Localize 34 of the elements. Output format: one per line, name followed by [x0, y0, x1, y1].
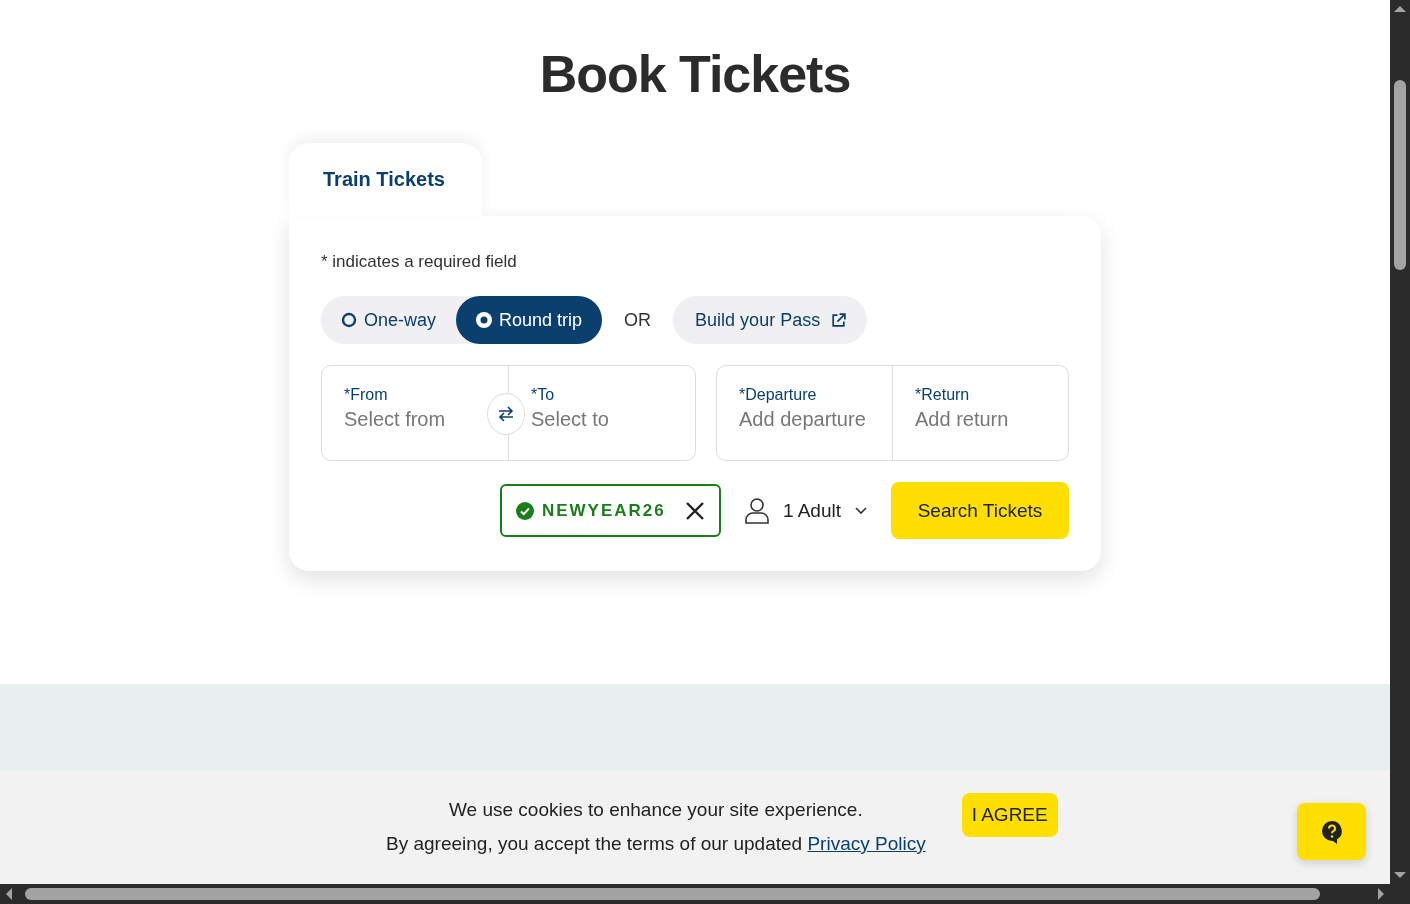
location-input[interactable]: Select to	[531, 408, 671, 431]
location-input[interactable]: Select from	[344, 408, 484, 431]
help-icon	[1319, 819, 1344, 844]
required-note: * indicates a required field	[321, 251, 518, 273]
field-label: *Return	[915, 386, 970, 404]
trip-type-option[interactable]: One-way	[321, 296, 457, 344]
passenger-dropdown[interactable]: 1 Adult	[744, 497, 867, 524]
caret-icon	[855, 506, 867, 515]
radio-icon	[341, 312, 357, 328]
build-pass-link[interactable]: Build your Pass	[673, 296, 868, 344]
trip-type-option[interactable]: Round trip	[456, 296, 603, 344]
radio-icon	[476, 312, 493, 328]
field-label: *From	[344, 386, 388, 404]
page-title: Book Tickets	[539, 44, 851, 105]
or-label: OR	[624, 309, 652, 331]
cookie-title: We use cookies to enhance your site experience.	[449, 799, 863, 821]
field-label: *Departure	[739, 386, 817, 404]
help-button[interactable]	[1297, 803, 1366, 860]
tab[interactable]: Train Tickets	[289, 143, 482, 216]
person-icon	[744, 497, 769, 524]
close-icon	[684, 500, 705, 521]
close-button[interactable]	[684, 500, 705, 521]
cookie-text: By agreeing, you accept the terms of our updated Privacy Policy	[386, 833, 926, 855]
date-input[interactable]: Add departure	[739, 408, 881, 431]
privacy-policy-link[interactable]: Privacy Policy	[807, 833, 926, 854]
promo-code: NEWYEAR26	[541, 500, 667, 521]
external-link-icon	[830, 311, 848, 329]
search-button[interactable]: Search Tickets	[891, 482, 1069, 539]
agree-button[interactable]: I AGREE	[961, 793, 1058, 837]
swap-icon	[496, 404, 516, 424]
swap-button[interactable]	[487, 393, 525, 435]
field-label: *To	[531, 386, 555, 404]
check-circle-icon	[515, 501, 534, 520]
date-input[interactable]: Add return	[915, 408, 1057, 431]
